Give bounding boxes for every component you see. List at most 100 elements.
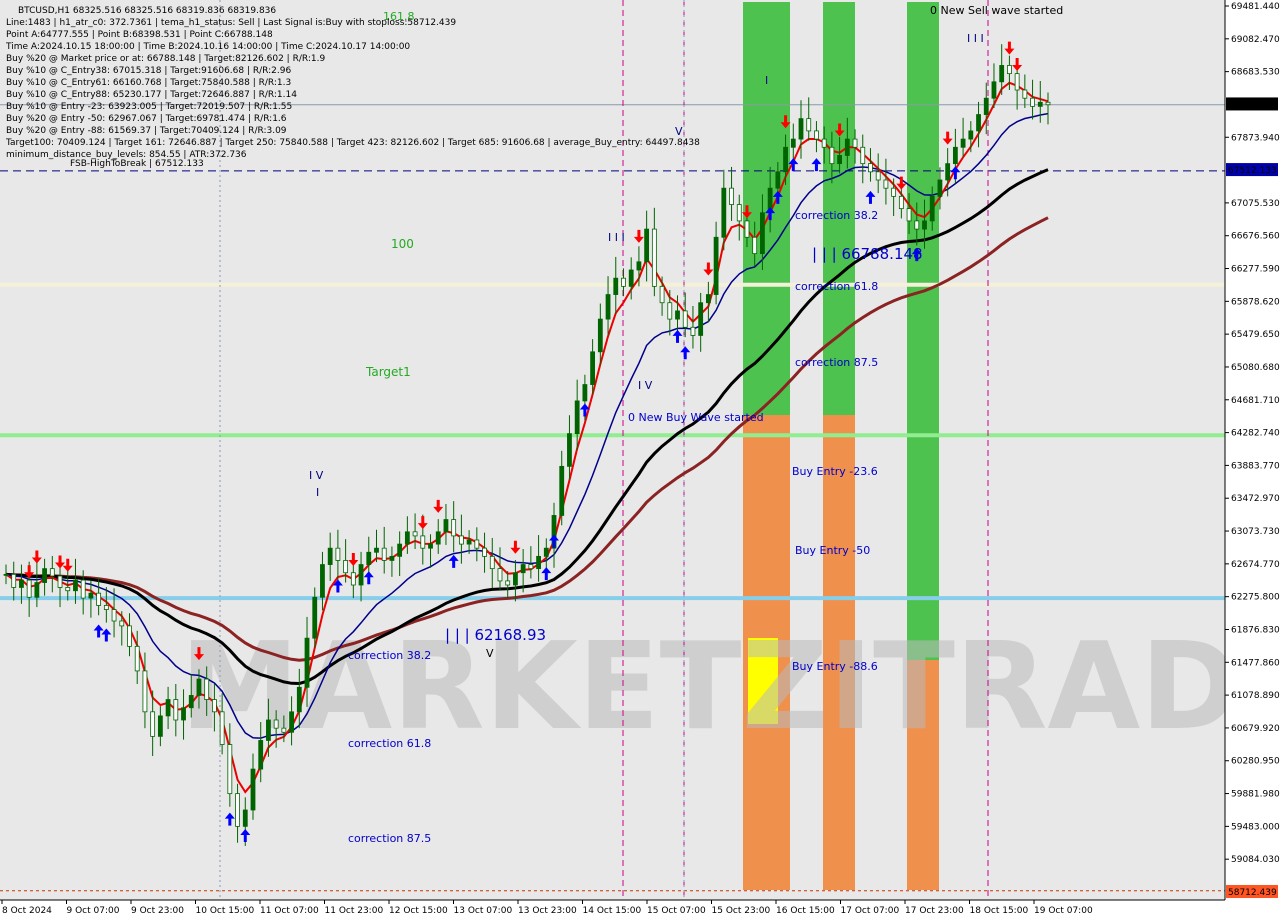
candle-body [721,187,727,238]
info-line: Buy %20 @ Entry -50: 62967.067 | Target:… [6,114,287,124]
y-tick-label: 66676.560 [1231,232,1280,242]
y-tick-label: 66277.590 [1231,265,1280,275]
candle-body [466,539,472,545]
candle-body [752,236,758,255]
candle-body [814,130,819,140]
candle-body [219,711,225,745]
chart-svg: MARKETZITRADE 161.8 0 New Sell wave start… [0,0,1280,920]
candle-body [991,81,997,99]
y-tick-label: 62275.800 [1231,593,1280,603]
candle-body [906,208,912,222]
candle-body [335,547,341,561]
candle-body [628,269,634,287]
candle-body [952,146,958,165]
y-tick-label: 65878.620 [1231,297,1280,307]
current-price-label: 68319.836 [1228,100,1277,110]
y-tick-label: 63883.770 [1231,461,1280,471]
candle-body [914,220,920,230]
candle-body [821,138,827,148]
x-tick-label: 13 Oct 23:00 [518,906,577,916]
candle-body [775,171,781,189]
candle-body [150,711,156,737]
chart-annotation: Buy Entry -88.6 [792,660,878,673]
candle-body [929,195,935,222]
candle-body [304,637,310,688]
x-tick-label: 13 Oct 07:00 [454,906,513,916]
candle-body [443,519,449,533]
info-line: minimum_distance_buy_levels: 854.55 | AT… [6,150,247,160]
x-tick-label: 19 Oct 07:00 [1034,906,1093,916]
candle-body [559,465,565,516]
candle-body [582,384,588,402]
candle-body [242,809,248,827]
x-tick-label: 9 Oct 07:00 [67,906,120,916]
chart-annotation: V [486,647,494,660]
y-tick-label: 64282.740 [1231,429,1280,439]
fsb-price-label: 67512.133 [1228,166,1277,176]
candle-body [211,699,217,713]
y-tick-label: 61876.830 [1231,625,1280,635]
candle-body [173,699,179,721]
x-tick-label: 9 Oct 23:00 [131,906,184,916]
candle-body [266,719,271,741]
chart-annotation: Buy Entry -23.6 [792,465,878,478]
chart-annotation: I I I [608,231,625,244]
y-tick-label: 65080.680 [1231,363,1280,373]
candle-body [543,547,549,557]
candle-body [536,555,541,570]
candle-body [1045,101,1051,106]
candle-body [397,543,403,557]
candle-body [250,768,256,811]
candle-body [96,592,102,606]
y-tick-label: 68683.530 [1231,68,1280,78]
x-tick-label: 15 Oct 23:00 [712,906,771,916]
y-tick-label: 61078.890 [1231,691,1280,701]
candle-body [597,318,603,353]
x-tick-label: 18 Oct 15:00 [970,906,1029,916]
candle-body [605,294,611,320]
candle-body [312,596,318,639]
candle-body [574,400,580,435]
y-axis: 69481.440 69082.470 68683.530 68319.836 6787… [1224,0,1280,920]
candle-body [860,146,866,165]
candle-body [435,531,441,545]
candle-body [320,564,325,598]
y-tick-label: 59483.000 [1231,822,1280,832]
candle-body [181,707,186,721]
candle-body [675,310,680,320]
candle-body [1007,65,1012,75]
info-line: Target100: 70409.124 | Target 161: 72646… [5,138,700,148]
chart-annotation: | | | 66788.148 [812,245,923,263]
candle-body [844,138,850,156]
candle-body [497,568,503,582]
chart-annotation: correction 38.2 [795,209,878,222]
candle-body [976,114,981,132]
y-tick-label: 69481.440 [1231,2,1280,12]
candle-body [883,179,889,189]
symbol-line: BTCUSD,H1 68325.516 68325.516 68319.836 … [18,6,276,16]
candle-body [852,138,858,148]
info-line: Buy %10 @ C_Entry38: 67015.318 | Target:… [6,66,291,76]
candle-body [644,228,650,263]
candle-body [1030,97,1035,107]
chart-root: MARKETZITRADE 161.8 0 New Sell wave start… [0,0,1280,920]
x-tick-label: 14 Oct 15:00 [583,906,642,916]
candle-body [57,575,63,588]
candle-body [111,609,117,622]
candle-body [729,187,734,205]
info-line: Buy %20 @ Market price or at: 66788.148 … [6,54,325,64]
chart-annotation: I V [638,379,653,392]
candle-body [960,138,966,148]
candle-body [505,580,511,586]
candle-body [343,560,349,574]
chart-annotation: I I I [967,32,984,45]
candle-body [26,579,32,598]
candle-body [999,65,1005,83]
candle-body [783,146,788,173]
candle-body [760,212,765,255]
info-line: Line:1483 | h1_atr_c0: 372.7361 | tema_h… [6,18,456,28]
y-tick-label: 63472.970 [1231,494,1280,504]
candle-body [698,302,704,336]
candle-body [613,277,619,295]
candle-body [350,572,356,586]
